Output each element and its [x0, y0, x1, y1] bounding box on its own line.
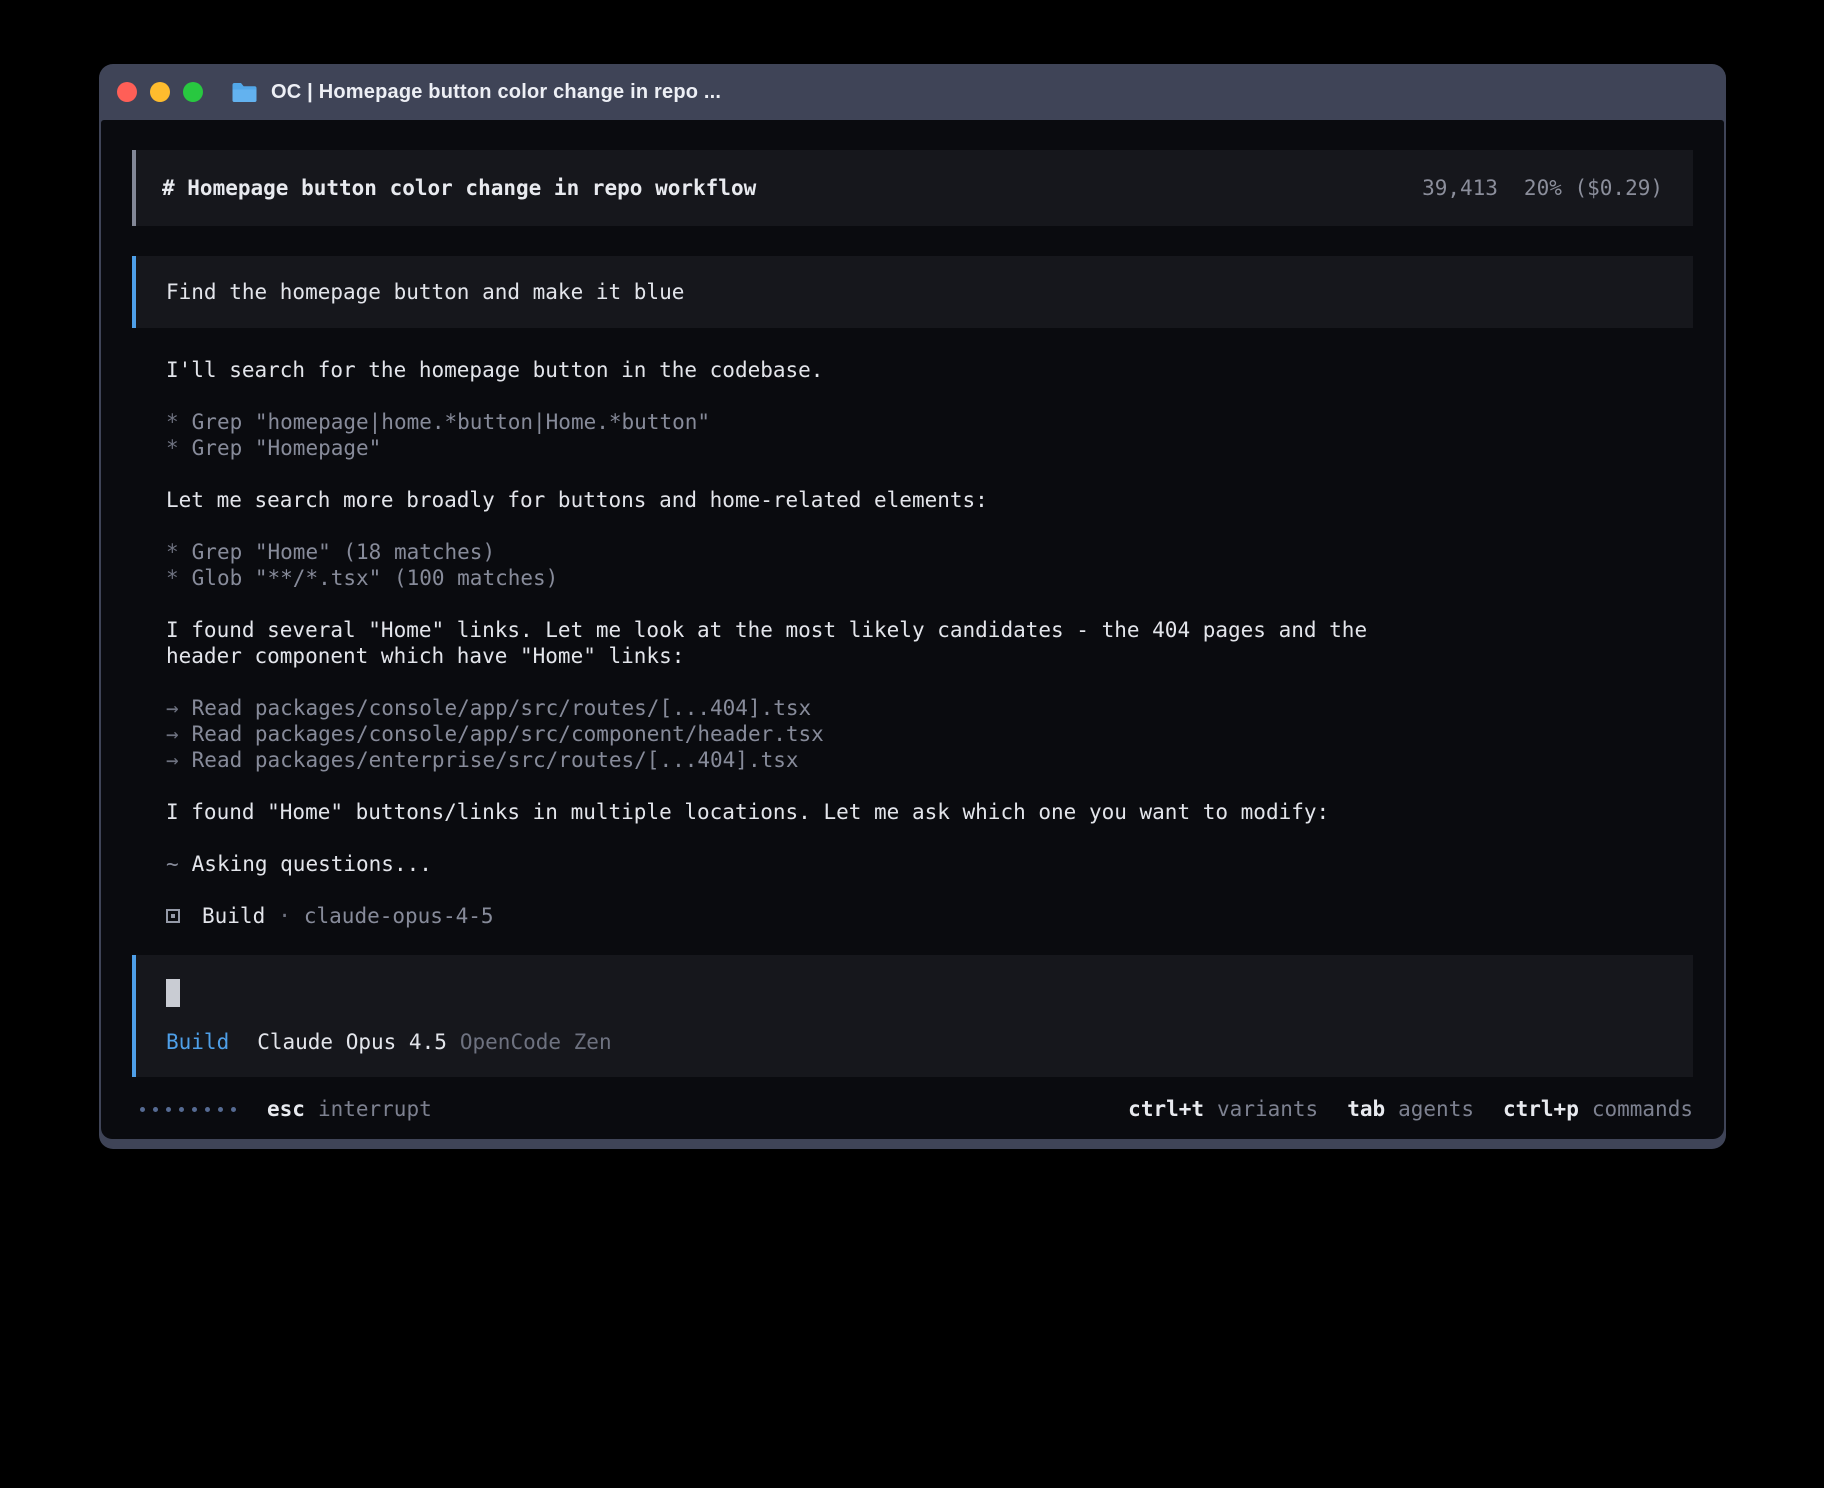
folder-icon: [231, 82, 258, 103]
working-status: ~ Asking questions...: [166, 851, 1693, 877]
status-bar-left: esc interrupt: [140, 1096, 432, 1122]
shortcut-interrupt: esc interrupt: [267, 1096, 432, 1122]
prompt-input[interactable]: Build Claude Opus 4.5 OpenCode Zen: [132, 955, 1693, 1077]
model-name[interactable]: Claude Opus 4.5: [257, 1029, 447, 1055]
assistant-text: I'll search for the homepage button in t…: [166, 357, 1693, 383]
assistant-text: I found "Home" buttons/links in multiple…: [166, 799, 1693, 825]
shortcut-label: agents: [1398, 1096, 1474, 1122]
tool-call: * Glob "**/*.tsx" (100 matches): [166, 565, 1693, 591]
shortcut-label: commands: [1592, 1096, 1693, 1122]
assistant-text-line: header component which have "Home" links…: [166, 643, 1693, 669]
shortcut-key: esc: [267, 1096, 305, 1122]
session-header: # Homepage button color change in repo w…: [132, 150, 1693, 226]
tool-call-text: Read packages/console/app/src/routes/[..…: [192, 696, 812, 720]
desktop-background: OC | Homepage button color change in rep…: [0, 0, 1824, 1488]
agent-mode-label[interactable]: Build: [166, 1029, 229, 1055]
terminal-window: OC | Homepage button color change in rep…: [99, 64, 1726, 1149]
agent-name: Build: [202, 903, 265, 929]
square-dot-icon: [166, 909, 180, 923]
assistant-text: I found several "Home" links. Let me loo…: [166, 617, 1693, 669]
tool-call: → Read packages/console/app/src/routes/[.…: [166, 695, 1693, 721]
minimize-button[interactable]: [150, 82, 170, 102]
arrow-right-icon: →: [166, 722, 179, 746]
shortcut-agents: tab agents: [1347, 1096, 1474, 1122]
tool-call: * Grep "homepage|home.*button|Home.*butto…: [166, 409, 1693, 435]
zoom-button[interactable]: [183, 82, 203, 102]
shortcut-label: interrupt: [318, 1096, 432, 1122]
user-message-text: Find the homepage button and make it blu…: [166, 279, 684, 305]
session-title: # Homepage button color change in repo w…: [162, 175, 756, 201]
assistant-text: Let me search more broadly for buttons a…: [166, 487, 1693, 513]
tool-call-group: * Grep "Home" (18 matches) * Glob "**/*.ts…: [166, 539, 1693, 591]
tool-call-text: Grep "Homepage": [192, 436, 382, 460]
tool-call-text: Glob "**/*.tsx" (100 matches): [192, 566, 559, 590]
shortcut-variants: ctrl+t variants: [1128, 1096, 1318, 1122]
user-message: Find the homepage button and make it blu…: [132, 256, 1693, 328]
status-bar-right: ctrl+t variants tab agents ctrl+p comman…: [1128, 1096, 1693, 1122]
tool-call: → Read packages/console/app/src/component…: [166, 721, 1693, 747]
agent-status-line: Build · claude-opus-4-5: [166, 903, 1693, 929]
assistant-text-line: I found several "Home" links. Let me loo…: [166, 617, 1693, 643]
asterisk-icon: *: [166, 410, 179, 434]
context-usage: 20% ($0.29): [1524, 175, 1663, 201]
shortcut-key: ctrl+p: [1503, 1096, 1579, 1122]
assistant-transcript: I'll search for the homepage button in t…: [132, 357, 1693, 955]
working-status-text: Asking questions...: [192, 852, 432, 876]
shortcut-label: variants: [1217, 1096, 1318, 1122]
terminal-content: # Homepage button color change in repo w…: [101, 120, 1724, 1139]
tool-call: → Read packages/enterprise/src/routes/[..…: [166, 747, 1693, 773]
text-cursor: [166, 979, 180, 1007]
token-count: 39,413: [1422, 175, 1498, 201]
shortcut-key: tab: [1347, 1096, 1385, 1122]
status-bar: esc interrupt ctrl+t variants tab agents…: [132, 1096, 1693, 1122]
shortcut-commands: ctrl+p commands: [1503, 1096, 1693, 1122]
provider-name: OpenCode Zen: [460, 1029, 612, 1055]
spinner-dots: [140, 1107, 236, 1112]
agent-model: claude-opus-4-5: [304, 903, 494, 929]
tilde-spinner-icon: ~: [166, 852, 179, 876]
arrow-right-icon: →: [166, 696, 179, 720]
tool-call-group: * Grep "homepage|home.*button|Home.*butto…: [166, 409, 1693, 461]
arrow-right-icon: →: [166, 748, 179, 772]
shortcut-key: ctrl+t: [1128, 1096, 1204, 1122]
window-titlebar[interactable]: OC | Homepage button color change in rep…: [101, 64, 1724, 120]
asterisk-icon: *: [166, 566, 179, 590]
tool-call-text: Grep "Home" (18 matches): [192, 540, 495, 564]
asterisk-icon: *: [166, 436, 179, 460]
tool-call-group: → Read packages/console/app/src/routes/[.…: [166, 695, 1693, 773]
tool-call: * Grep "Home" (18 matches): [166, 539, 1693, 565]
asterisk-icon: *: [166, 540, 179, 564]
tool-call-text: Grep "homepage|home.*button|Home.*button…: [192, 410, 710, 434]
close-button[interactable]: [117, 82, 137, 102]
window-title: OC | Homepage button color change in rep…: [271, 81, 721, 104]
tool-call: * Grep "Homepage": [166, 435, 1693, 461]
input-meta-row: Build Claude Opus 4.5 OpenCode Zen: [166, 1029, 1663, 1055]
tool-call-text: Read packages/enterprise/src/routes/[...…: [192, 748, 799, 772]
separator-dot: ·: [278, 903, 291, 929]
session-stats: 39,413 20% ($0.29): [1422, 175, 1663, 201]
tool-call-text: Read packages/console/app/src/component/…: [192, 722, 824, 746]
